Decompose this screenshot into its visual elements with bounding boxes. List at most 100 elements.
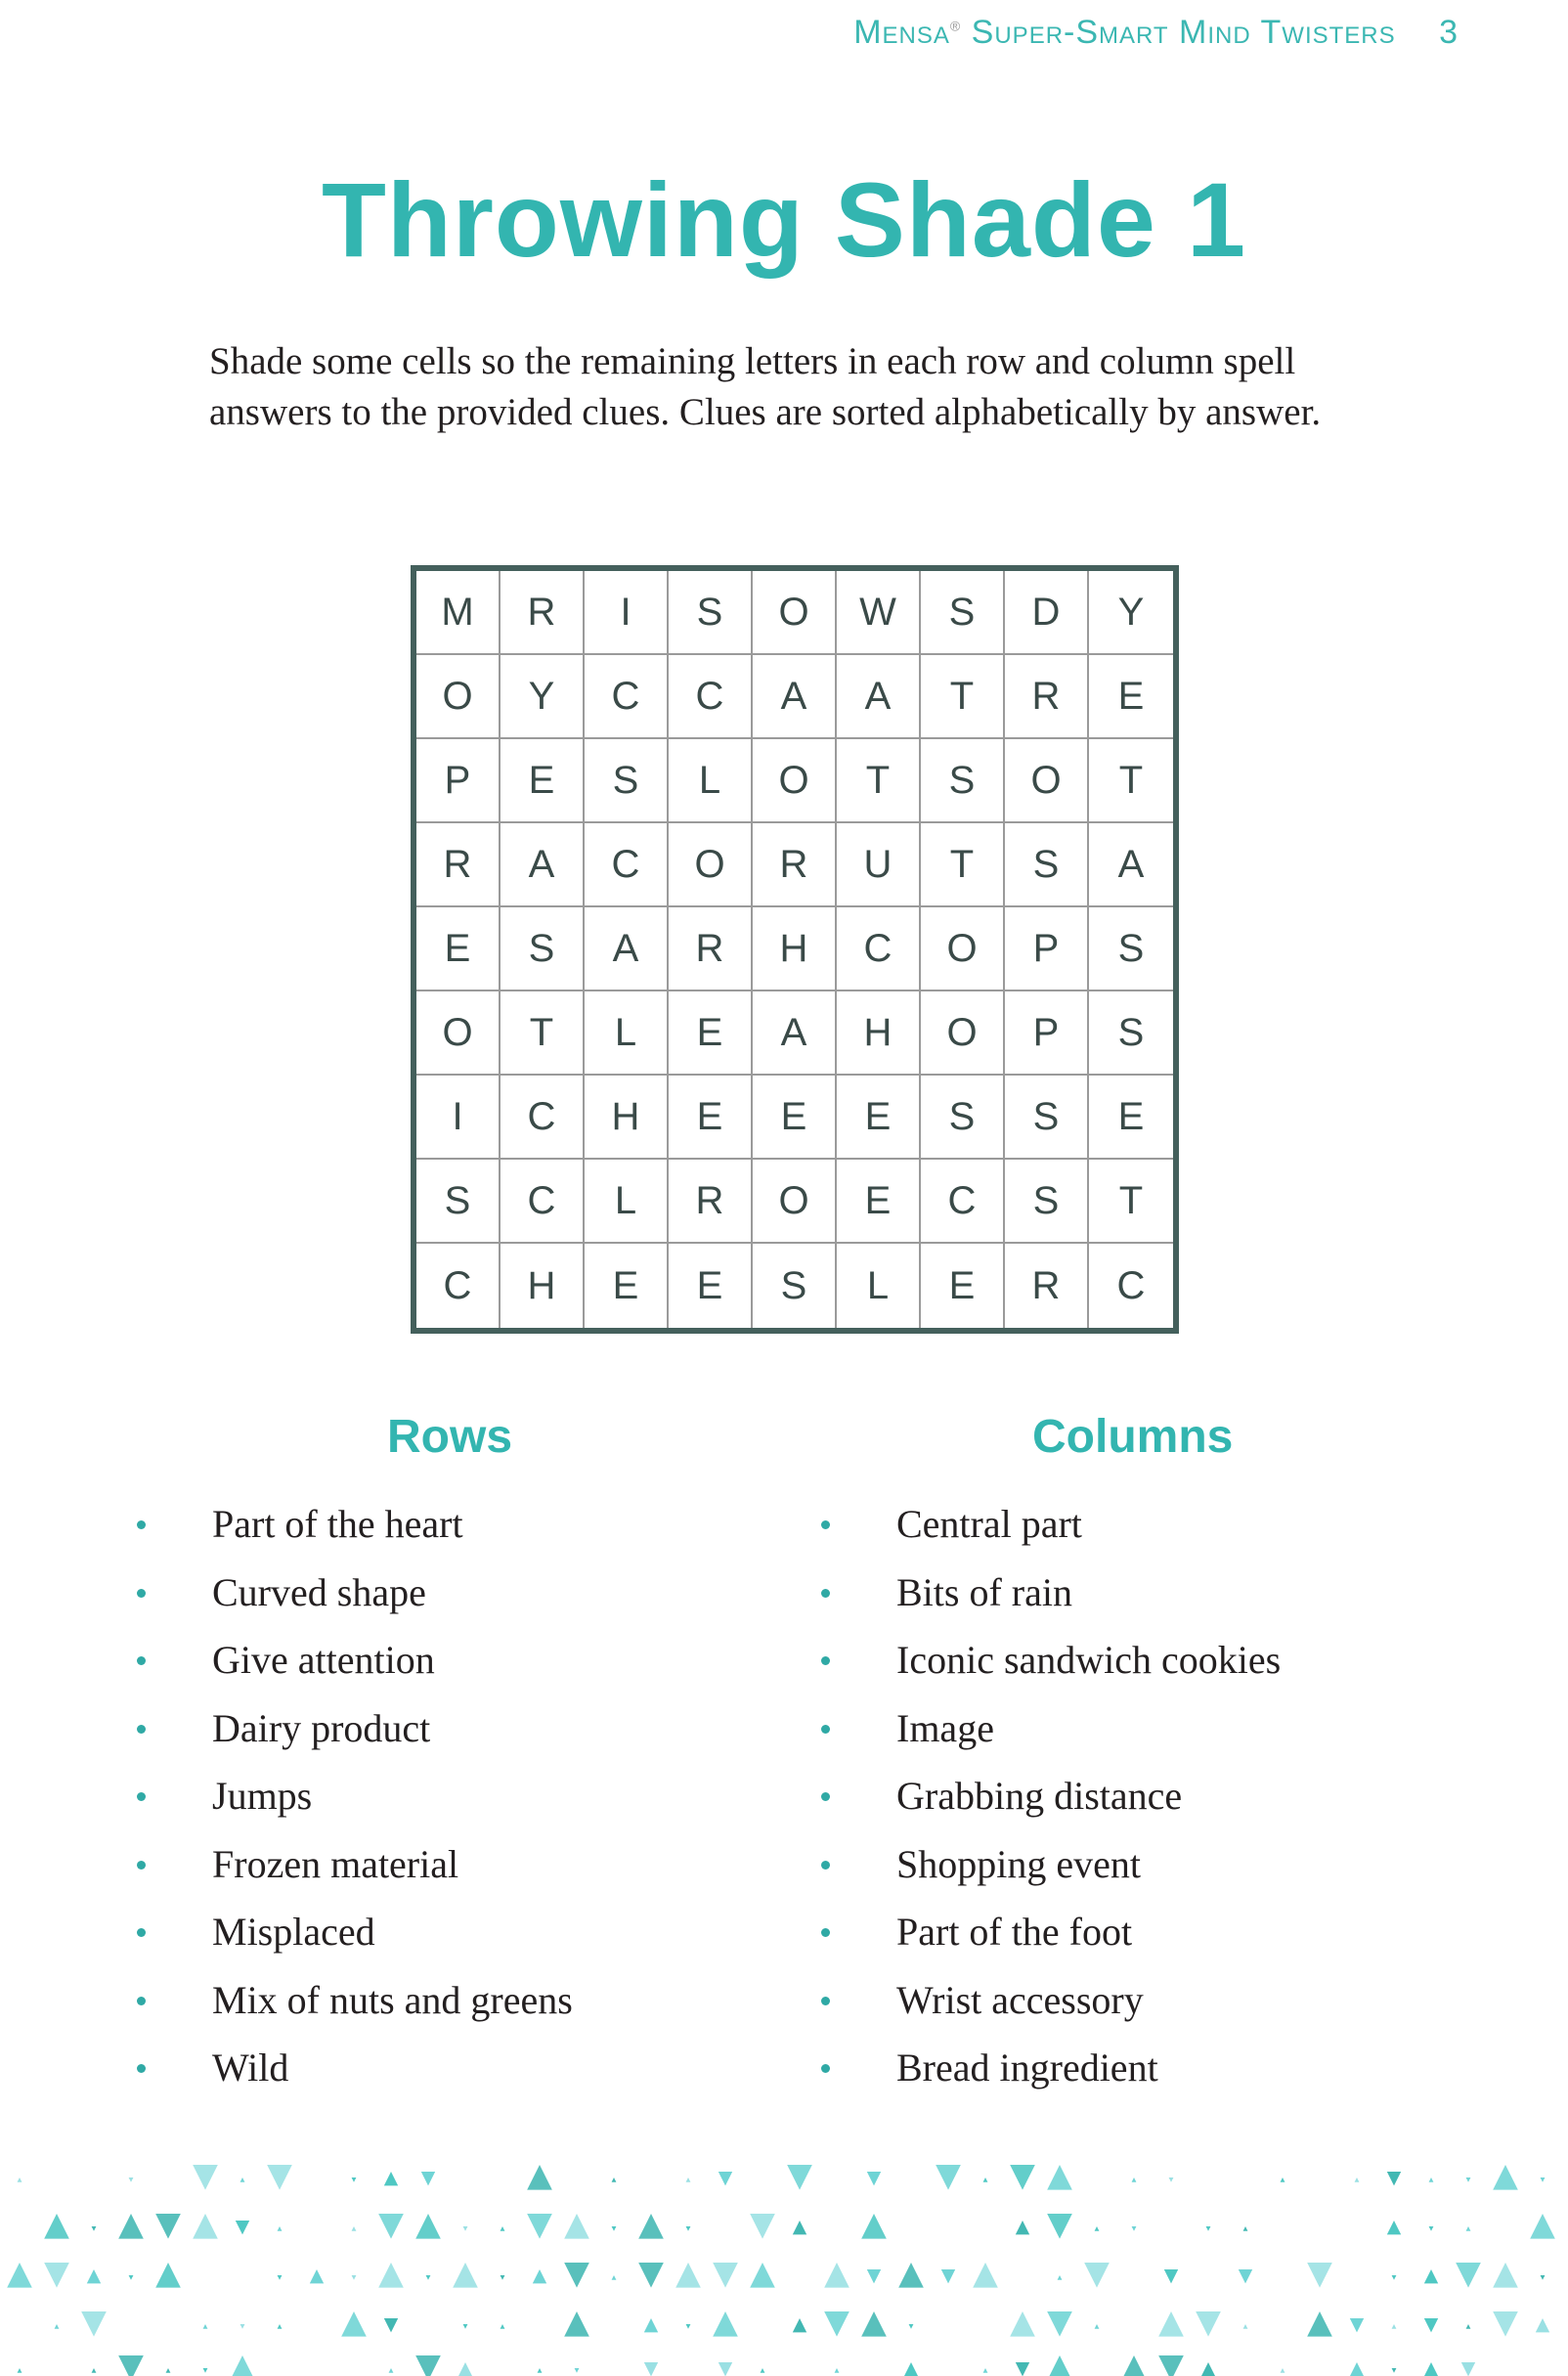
grid-cell[interactable]: O	[753, 571, 837, 655]
grid-cell[interactable]: L	[585, 991, 669, 1076]
grid-cell[interactable]: S	[669, 571, 753, 655]
grid-cell[interactable]: C	[1089, 1244, 1173, 1328]
triangle-up-icon	[383, 2172, 399, 2186]
grid-cell[interactable]: R	[669, 1160, 753, 1244]
grid-cell[interactable]: S	[416, 1160, 501, 1244]
grid-cell[interactable]: A	[837, 655, 921, 739]
grid-cell[interactable]: C	[501, 1160, 585, 1244]
grid-cell[interactable]: S	[921, 1076, 1005, 1160]
grid-cell[interactable]: S	[1005, 1160, 1089, 1244]
grid-cell[interactable]: S	[753, 1244, 837, 1328]
grid-cell[interactable]: C	[501, 1076, 585, 1160]
grid-cell[interactable]: O	[753, 739, 837, 823]
grid-cell[interactable]: Y	[1089, 571, 1173, 655]
triangle-up-icon	[973, 2263, 998, 2288]
grid-cell[interactable]: O	[669, 823, 753, 907]
triangle-down-icon	[936, 2165, 961, 2190]
grid-cell[interactable]: L	[585, 1160, 669, 1244]
grid-cell[interactable]: D	[1005, 571, 1089, 655]
grid-cell[interactable]: E	[585, 1244, 669, 1328]
grid-cell[interactable]: R	[1005, 1244, 1089, 1328]
clue-text: Central part	[896, 1502, 1082, 1546]
grid-cell[interactable]: O	[921, 991, 1005, 1076]
grid-cell[interactable]: E	[753, 1076, 837, 1160]
grid-cell[interactable]: A	[753, 655, 837, 739]
bullet-icon	[137, 1860, 146, 1870]
triangle-up-icon	[309, 2269, 325, 2284]
triangle-down-icon	[1540, 2275, 1546, 2280]
column-clue: Wrist accessory	[821, 1976, 1281, 2045]
grid-cell[interactable]: E	[501, 739, 585, 823]
grid-cell[interactable]: O	[921, 907, 1005, 991]
grid-cell[interactable]: C	[585, 655, 669, 739]
grid-cell[interactable]: H	[585, 1076, 669, 1160]
grid-cell[interactable]: R	[501, 571, 585, 655]
grid-cell[interactable]: C	[669, 655, 753, 739]
grid-cell[interactable]: R	[1005, 655, 1089, 739]
grid-cell[interactable]: I	[416, 1076, 501, 1160]
grid-cell[interactable]: E	[416, 907, 501, 991]
grid-cell[interactable]: A	[501, 823, 585, 907]
grid-cell[interactable]: L	[669, 739, 753, 823]
grid-cell[interactable]: R	[753, 823, 837, 907]
grid-cell[interactable]: T	[921, 655, 1005, 739]
grid-cell[interactable]: S	[1005, 1076, 1089, 1160]
grid-cell[interactable]: P	[1005, 991, 1089, 1076]
grid-cell[interactable]: S	[1089, 907, 1173, 991]
clue-text: Bread ingredient	[896, 2046, 1158, 2090]
grid-cell[interactable]: L	[837, 1244, 921, 1328]
grid-cell[interactable]: T	[1089, 1160, 1173, 1244]
grid-cell[interactable]: O	[416, 655, 501, 739]
grid-cell[interactable]: A	[753, 991, 837, 1076]
grid-cell[interactable]: R	[669, 907, 753, 991]
grid-cell[interactable]: T	[501, 991, 585, 1076]
triangle-down-icon	[91, 2226, 97, 2231]
grid-cell[interactable]: S	[921, 739, 1005, 823]
triangle-down-icon	[1047, 2214, 1072, 2239]
grid-cell[interactable]: S	[1005, 823, 1089, 907]
grid-cell[interactable]: S	[501, 907, 585, 991]
triangle-down-icon	[1460, 2362, 1476, 2376]
grid-cell[interactable]: P	[1005, 907, 1089, 991]
grid-cell[interactable]: U	[837, 823, 921, 907]
grid-cell[interactable]: R	[416, 823, 501, 907]
grid-cell[interactable]: M	[416, 571, 501, 655]
grid-cell[interactable]: E	[921, 1244, 1005, 1328]
grid-cell[interactable]: H	[837, 991, 921, 1076]
grid-cell[interactable]: O	[753, 1160, 837, 1244]
grid-cell[interactable]: O	[416, 991, 501, 1076]
grid-cell[interactable]: E	[1089, 655, 1173, 739]
grid-cell[interactable]: Y	[501, 655, 585, 739]
grid-cell[interactable]: P	[416, 739, 501, 823]
grid-cell[interactable]: C	[416, 1244, 501, 1328]
grid-cell[interactable]: E	[669, 991, 753, 1076]
grid-cell[interactable]: S	[1089, 991, 1173, 1076]
bullet-icon	[821, 1520, 830, 1529]
triangle-down-icon	[643, 2362, 659, 2376]
grid-cell[interactable]: T	[837, 739, 921, 823]
grid-cell[interactable]: I	[585, 571, 669, 655]
grid-cell[interactable]: C	[921, 1160, 1005, 1244]
grid-cell[interactable]: A	[1089, 823, 1173, 907]
triangle-up-icon	[1123, 2355, 1145, 2376]
grid-cell[interactable]: T	[1089, 739, 1173, 823]
triangle-down-icon	[128, 2275, 134, 2280]
grid-cell[interactable]: E	[1089, 1076, 1173, 1160]
grid-cell[interactable]: E	[837, 1160, 921, 1244]
grid-cell[interactable]: H	[501, 1244, 585, 1328]
column-clue: Part of the foot	[821, 1908, 1281, 1976]
bullet-icon	[137, 1724, 146, 1734]
grid-cell[interactable]: O	[1005, 739, 1089, 823]
grid-cell[interactable]: E	[669, 1244, 753, 1328]
grid-cell[interactable]: W	[837, 571, 921, 655]
grid-cell[interactable]: E	[669, 1076, 753, 1160]
grid-cell[interactable]: S	[585, 739, 669, 823]
grid-cell[interactable]: C	[837, 907, 921, 991]
grid-cell[interactable]: S	[921, 571, 1005, 655]
grid-cell[interactable]: H	[753, 907, 837, 991]
grid-cell[interactable]: C	[585, 823, 669, 907]
grid-cell[interactable]: A	[585, 907, 669, 991]
grid-cell[interactable]: T	[921, 823, 1005, 907]
triangle-up-icon	[86, 2269, 102, 2284]
grid-cell[interactable]: E	[837, 1076, 921, 1160]
